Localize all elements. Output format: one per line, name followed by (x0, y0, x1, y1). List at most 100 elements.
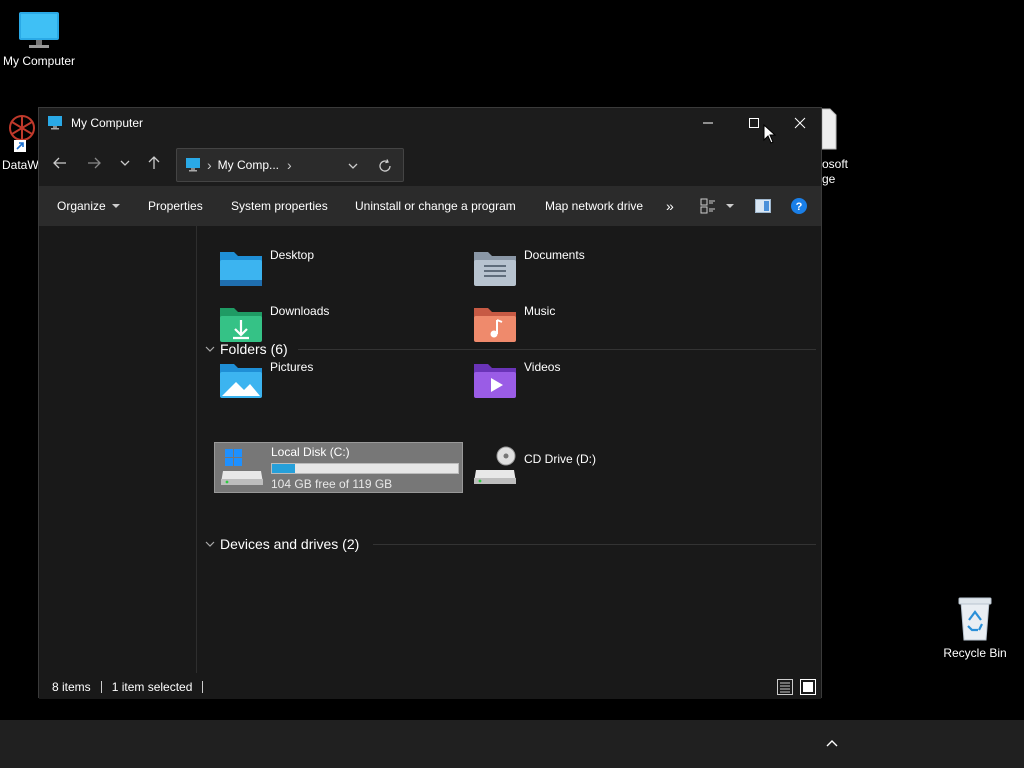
desktop-icon-recycle-bin[interactable]: Recycle Bin (935, 596, 1015, 660)
chevron-up-icon (826, 740, 838, 747)
drive-tile-local-disk-c[interactable]: Local Disk (C:) 104 GB free of 119 GB (214, 442, 463, 493)
back-button[interactable] (47, 150, 73, 176)
folder-tile-music[interactable]: Music (468, 300, 716, 348)
folder-tile-documents[interactable]: Documents (468, 244, 716, 292)
address-bar[interactable]: › My Comp... › (176, 148, 404, 182)
navigation-row: › My Comp... › (39, 138, 821, 186)
devices-group-header[interactable]: Devices and drives (2) (220, 534, 359, 554)
window-title: My Computer (71, 116, 144, 130)
uninstall-program-button[interactable]: Uninstall or change a program (355, 186, 516, 226)
show-hidden-icons-button[interactable] (820, 732, 844, 756)
monitor-icon (186, 158, 200, 172)
status-item-count: 8 items (52, 680, 91, 694)
arrow-left-icon (53, 157, 66, 169)
system-properties-label: System properties (231, 199, 328, 213)
uninstall-program-label: Uninstall or change a program (355, 199, 516, 213)
organize-button[interactable]: Organize (57, 186, 121, 226)
music-folder-icon (474, 308, 516, 342)
pictures-folder-icon (220, 364, 262, 398)
desktop-icon-my-computer[interactable]: My Computer (0, 10, 79, 68)
folder-name: Desktop (270, 248, 315, 262)
view-options-button[interactable] (725, 186, 735, 226)
status-bar: 8 items 1 item selected (39, 675, 821, 699)
taskbar (0, 720, 1024, 768)
desktop-icon-label: Recycle Bin (943, 646, 1007, 660)
close-button[interactable] (777, 108, 823, 138)
chevron-down-icon (348, 163, 358, 169)
more-commands-label: » (666, 198, 674, 214)
more-commands-button[interactable]: » (666, 186, 674, 226)
cd-drive-icon (474, 446, 516, 484)
command-bar: Organize Properties System properties Un… (39, 186, 821, 226)
properties-button[interactable]: Properties (148, 186, 203, 226)
folder-tile-pictures[interactable]: Pictures (214, 356, 462, 404)
desktop-icon-label: DataW (2, 158, 39, 172)
folder-name: Documents (524, 248, 585, 262)
caret-down-icon (726, 204, 734, 208)
system-properties-button[interactable]: System properties (231, 186, 328, 226)
breadcrumb-separator[interactable]: › (207, 157, 212, 173)
svg-text:?: ? (796, 201, 803, 213)
close-icon (794, 117, 806, 129)
address-history-button[interactable] (345, 158, 361, 174)
refresh-button[interactable] (375, 156, 395, 176)
title-bar[interactable]: My Computer (39, 108, 821, 138)
up-button[interactable] (141, 150, 167, 176)
chevron-down-icon (205, 541, 215, 547)
chevron-down-icon (120, 160, 130, 166)
help-button[interactable]: ? (791, 186, 807, 226)
preview-pane-icon (755, 199, 771, 213)
folder-tile-downloads[interactable]: Downloads (214, 300, 462, 348)
drive-name: Local Disk (C:) (271, 445, 350, 459)
drive-usage-fill (272, 464, 296, 473)
map-network-drive-label: Map network drive (545, 199, 644, 213)
arrow-up-icon (148, 156, 160, 169)
minimize-icon (703, 122, 713, 124)
folder-tile-desktop[interactable]: Desktop (214, 244, 462, 292)
documents-folder-icon (474, 252, 516, 286)
properties-label: Properties (148, 199, 203, 213)
drive-name: CD Drive (D:) (524, 452, 596, 466)
change-view-button[interactable] (700, 186, 716, 226)
forward-button[interactable] (81, 150, 107, 176)
details-view-button[interactable] (777, 679, 793, 698)
explorer-window: My Computer › My Comp... › Organize Prop… (38, 107, 822, 699)
recycle-bin-icon (958, 597, 992, 641)
devices-group-divider (373, 544, 816, 545)
drive-free-space: 104 GB free of 119 GB (271, 477, 393, 491)
desktop-icon-dataw[interactable]: DataW (0, 110, 39, 174)
content-pane: Folders (6) Devices and drives (2) Desktop… (198, 226, 821, 673)
maximize-icon (749, 118, 759, 128)
minimize-button[interactable] (685, 108, 731, 138)
desktop-icon-label-line2: ge (822, 172, 836, 186)
folder-name: Downloads (270, 304, 330, 318)
document-icon (822, 108, 837, 150)
desktop-icon-label: osoft (822, 157, 849, 171)
drive-tile-cd-drive-d[interactable]: CD Drive (D:) (468, 442, 716, 490)
large-icons-view-icon (800, 679, 816, 695)
monitor-icon (19, 12, 59, 48)
shortcut-icon (9, 115, 35, 152)
preview-pane-button[interactable] (755, 186, 771, 226)
breadcrumb-my-computer[interactable]: My Comp... (218, 158, 279, 172)
folder-name: Music (524, 304, 556, 318)
view-icon (700, 198, 715, 214)
large-icons-view-button[interactable] (800, 679, 816, 698)
folders-group-divider (298, 349, 816, 350)
organize-label: Organize (57, 199, 106, 213)
refresh-icon (379, 159, 391, 172)
caret-down-icon (111, 204, 120, 208)
videos-folder-icon (474, 364, 516, 398)
status-separator (100, 681, 102, 693)
status-separator (202, 681, 204, 693)
folder-tile-videos[interactable]: Videos (468, 356, 716, 404)
recent-locations-button[interactable] (112, 150, 138, 176)
folder-name: Pictures (270, 360, 314, 374)
devices-group-toggle[interactable] (204, 538, 216, 550)
arrow-right-icon (88, 157, 101, 169)
monitor-icon (48, 116, 62, 130)
desktop-icon-partial-right[interactable]: osoft ge (822, 107, 852, 187)
navigation-pane[interactable] (39, 226, 197, 673)
breadcrumb-separator[interactable]: › (287, 157, 292, 173)
map-network-drive-button[interactable]: Map network drive (545, 186, 643, 226)
